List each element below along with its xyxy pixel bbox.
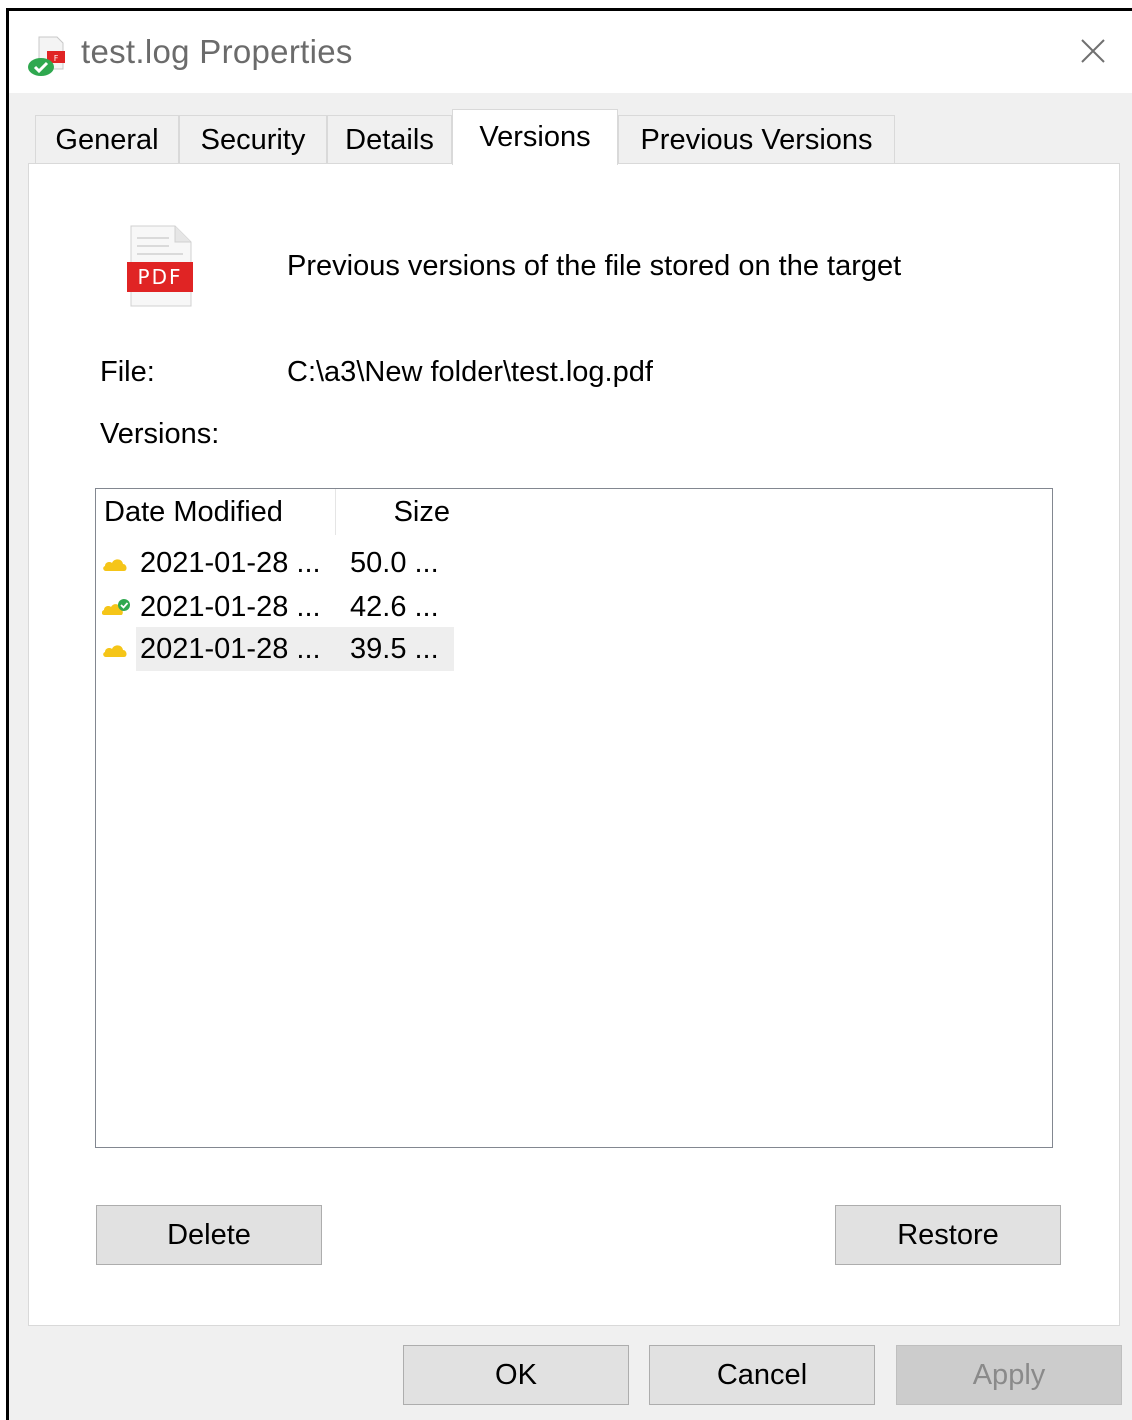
- tab-label: General: [55, 123, 159, 156]
- version-size: 39.5 ...: [350, 633, 439, 665]
- ok-button[interactable]: OK: [403, 1345, 629, 1405]
- properties-dialog: F test.log Properties General Security D…: [6, 8, 1132, 1420]
- column-header-size[interactable]: Size: [337, 489, 452, 535]
- pdf-icon: PDF: [127, 225, 193, 307]
- column-header-label: Size: [393, 495, 450, 528]
- tab-details[interactable]: Details: [327, 115, 452, 164]
- cloud-icon: [103, 559, 127, 571]
- versions-panel: PDF Previous versions of the file stored…: [28, 163, 1120, 1326]
- cloud-icon: [103, 645, 127, 657]
- tab-versions[interactable]: Versions: [452, 109, 618, 165]
- restore-button[interactable]: Restore: [835, 1205, 1061, 1265]
- close-icon: [1081, 39, 1105, 63]
- column-header-date-modified[interactable]: Date Modified: [104, 489, 336, 535]
- tab-general[interactable]: General: [35, 115, 179, 164]
- column-header-label: Date Modified: [104, 495, 283, 528]
- pdf-file-with-sync-status-icon: F: [28, 36, 65, 76]
- button-label: Delete: [167, 1218, 251, 1251]
- tab-label: Details: [345, 123, 434, 156]
- button-label: Apply: [972, 1358, 1046, 1391]
- button-label: Cancel: [716, 1358, 808, 1391]
- svg-text:F: F: [54, 54, 59, 63]
- window-title: test.log Properties: [81, 33, 353, 70]
- close-button[interactable]: [1068, 31, 1118, 71]
- tab-label: Security: [200, 123, 306, 156]
- pdf-icon-text: PDF: [138, 265, 183, 289]
- file-path: C:\a3\New folder\test.log.pdf: [287, 356, 653, 388]
- tab-previous-versions[interactable]: Previous Versions: [618, 115, 895, 164]
- version-date: 2021-01-28 ...: [140, 547, 321, 579]
- description-text: Previous versions of the file stored on …: [287, 250, 902, 282]
- version-date: 2021-01-28 ...: [140, 591, 321, 623]
- tab-label: Versions: [479, 121, 591, 153]
- version-size: 50.0 ...: [350, 547, 439, 579]
- button-label: OK: [495, 1358, 537, 1391]
- title-bar: F test.log Properties: [9, 11, 1132, 93]
- cancel-button[interactable]: Cancel: [649, 1345, 875, 1405]
- apply-button[interactable]: Apply: [896, 1345, 1122, 1405]
- version-date: 2021-01-28 ...: [140, 633, 321, 665]
- versions-label: Versions:: [100, 418, 220, 450]
- cloud-check-icon: [102, 599, 130, 615]
- version-row[interactable]: 2021-01-28 ... 50.0 ...: [98, 541, 454, 585]
- tab-security[interactable]: Security: [179, 115, 327, 164]
- button-label: Restore: [897, 1218, 999, 1251]
- tab-label: Previous Versions: [640, 123, 873, 156]
- delete-button[interactable]: Delete: [96, 1205, 322, 1265]
- version-size: 42.6 ...: [350, 591, 439, 623]
- versions-list[interactable]: Date Modified Size 2021-01-28 ... 50.0 .…: [95, 488, 1053, 1148]
- version-row[interactable]: 2021-01-28 ... 42.6 ...: [98, 585, 454, 629]
- version-row[interactable]: 2021-01-28 ... 39.5 ...: [98, 627, 454, 671]
- file-label: File:: [100, 356, 155, 388]
